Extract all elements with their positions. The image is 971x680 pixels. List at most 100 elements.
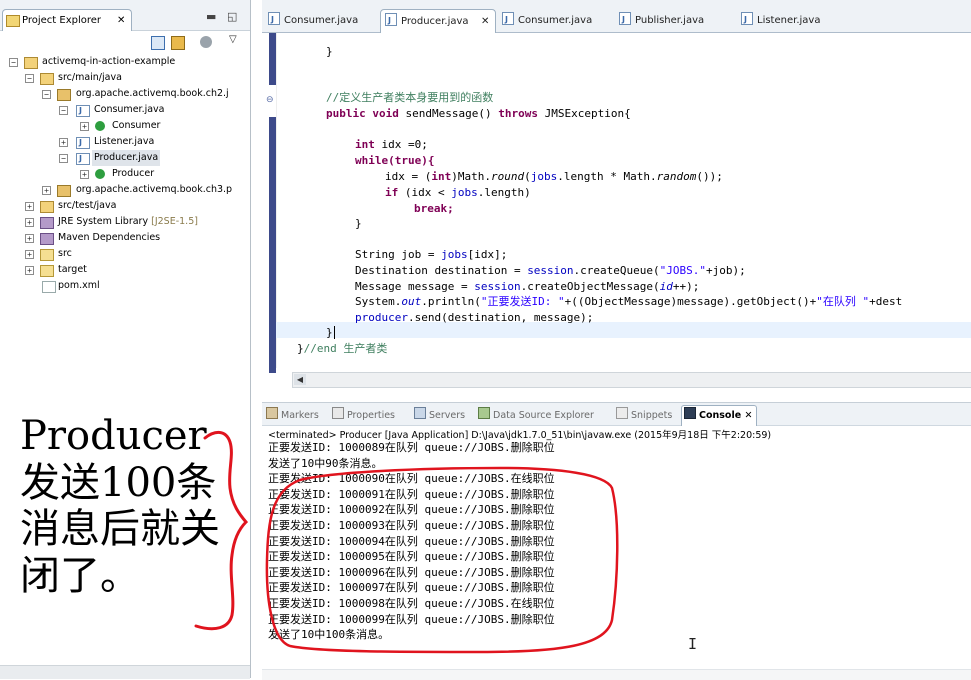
tree-item-project[interactable]: − activemq-in-action-example xyxy=(0,54,250,70)
close-icon[interactable]: ✕ xyxy=(481,10,489,33)
tab-label: Markers xyxy=(281,410,319,421)
tree-item-src-main-java[interactable]: − src/main/java xyxy=(0,70,250,86)
editor-horizontal-scrollbar[interactable]: ◀ xyxy=(292,372,971,388)
tree-item-src[interactable]: + src xyxy=(0,246,250,262)
tree-item-label: Consumer.java xyxy=(94,104,165,115)
expand-toggle-icon[interactable]: + xyxy=(80,170,89,179)
mouse-ibeam-cursor: I xyxy=(688,635,698,653)
tree-item-package-ch2[interactable]: − org.apache.activemq.book.ch2.j xyxy=(0,86,250,102)
link-with-editor-icon[interactable] xyxy=(171,36,185,50)
tab-console[interactable]: Console ✕ xyxy=(681,405,758,426)
tab-markers[interactable]: Markers xyxy=(266,407,319,424)
code-line: System.out.println("正要发送ID: "+((ObjectMe… xyxy=(355,295,903,308)
folder-icon xyxy=(40,265,54,277)
java-file-icon xyxy=(76,151,90,167)
collapse-all-icon[interactable] xyxy=(151,36,165,50)
tab-label: Producer.java xyxy=(401,16,469,27)
close-icon[interactable]: ✕ xyxy=(744,410,752,421)
tree-item-target[interactable]: + target xyxy=(0,262,250,278)
tree-item-src-test-java[interactable]: + src/test/java xyxy=(0,198,250,214)
console-line: 发送了10中100条消息。 xyxy=(268,628,390,642)
java-file-icon xyxy=(76,135,90,151)
tree-item-label: org.apache.activemq.book.ch2.j xyxy=(76,88,229,99)
tab-publisher-java[interactable]: Publisher.java xyxy=(615,8,731,32)
console-output[interactable]: 正要发送ID: 1000089在队列 queue://JOBS.删除职位 发送了… xyxy=(268,440,968,670)
tab-project-explorer[interactable]: Project Explorer ✕ xyxy=(2,9,132,31)
code-line: int idx =0; xyxy=(355,138,428,151)
console-line: 正要发送ID: 1000097在队列 queue://JOBS.删除职位 xyxy=(268,581,555,595)
java-file-icon xyxy=(268,8,280,31)
code-line: } xyxy=(326,326,335,339)
horizontal-scrollbar[interactable] xyxy=(0,665,250,679)
expand-toggle-icon[interactable]: + xyxy=(25,202,34,211)
console-icon xyxy=(684,407,696,419)
tree-item-producer-class[interactable]: + Producer xyxy=(0,166,250,182)
tree-item-package-ch3[interactable]: + org.apache.activemq.book.ch3.p xyxy=(0,182,250,198)
expand-toggle-icon[interactable]: + xyxy=(25,250,34,259)
maximize-icon[interactable]: ◱ xyxy=(227,10,237,23)
minimize-icon[interactable]: ▬ xyxy=(206,10,216,23)
fold-collapse-icon[interactable]: ⊖ xyxy=(266,95,276,111)
expand-toggle-icon[interactable]: + xyxy=(59,138,68,147)
tab-consumer-java[interactable]: Consumer.java xyxy=(264,8,376,32)
annotation-text: Producer 发送100条 消息后就关 闭了。 xyxy=(20,413,220,599)
tree-item-label: Listener.java xyxy=(94,136,155,147)
library-icon xyxy=(40,233,54,245)
java-file-icon xyxy=(502,8,514,31)
package-icon xyxy=(57,185,71,197)
collapse-toggle-icon[interactable]: − xyxy=(9,58,18,67)
tree-item-consumer-class[interactable]: + Consumer xyxy=(0,118,250,134)
console-line: 正要发送ID: 1000094在队列 queue://JOBS.删除职位 xyxy=(268,534,555,548)
collapse-toggle-icon[interactable]: − xyxy=(42,90,51,99)
java-file-icon xyxy=(741,8,753,31)
tab-producer-java[interactable]: Producer.java ✕ xyxy=(380,9,496,33)
tree-item-jre-library[interactable]: + JRE System Library [J2SE-1.5] xyxy=(0,214,250,230)
class-icon xyxy=(95,169,105,179)
tab-consumer-java-2[interactable]: Consumer.java xyxy=(498,8,612,32)
tab-listener-java[interactable]: Listener.java xyxy=(737,8,847,32)
tree-item-maven-dependencies[interactable]: + Maven Dependencies xyxy=(0,230,250,246)
project-icon xyxy=(24,57,38,69)
collapse-toggle-icon[interactable]: − xyxy=(59,154,68,163)
collapse-toggle-icon[interactable]: − xyxy=(59,106,68,115)
tree-item-label: Producer xyxy=(112,168,155,179)
expand-toggle-icon[interactable]: + xyxy=(25,266,34,275)
tree-item-consumer-java[interactable]: − Consumer.java xyxy=(0,102,250,119)
tree-item-label: target xyxy=(58,264,87,275)
library-icon xyxy=(40,217,54,229)
overview-marker xyxy=(269,33,276,85)
console-tabbar: Markers Properties Servers Data Source E… xyxy=(262,403,971,426)
class-icon xyxy=(95,121,105,131)
view-menu-icon[interactable]: ▽ xyxy=(229,34,237,45)
tab-data-source-explorer[interactable]: Data Source Explorer xyxy=(478,407,594,424)
scroll-left-icon[interactable]: ◀ xyxy=(294,374,306,385)
code-line: Destination destination = session.create… xyxy=(355,264,746,277)
tree-item-label: Producer.java xyxy=(92,150,161,166)
collapse-toggle-icon[interactable]: − xyxy=(25,74,34,83)
tree-item-pom-xml[interactable]: pom.xml xyxy=(0,278,250,294)
expand-toggle-icon[interactable]: + xyxy=(80,122,89,131)
tab-snippets[interactable]: Snippets xyxy=(616,407,672,424)
tree-item-label: src xyxy=(58,248,72,259)
xml-file-icon xyxy=(42,281,56,293)
expand-toggle-icon[interactable]: + xyxy=(25,234,34,243)
package-icon xyxy=(57,89,71,101)
console-line: 发送了10中90条消息。 xyxy=(268,456,383,470)
console-line: 正要发送ID: 1000091在队列 queue://JOBS.删除职位 xyxy=(268,487,555,501)
filter-icon[interactable] xyxy=(200,36,212,48)
console-line: 正要发送ID: 1000096在队列 queue://JOBS.删除职位 xyxy=(268,565,555,579)
console-line: 正要发送ID: 1000098在队列 queue://JOBS.在线职位 xyxy=(268,597,555,610)
code-editor: Consumer.java Producer.java ✕ Consumer.j… xyxy=(262,0,971,390)
editor-code-area[interactable]: } //定义生产者类本身要用到的函数 public void sendMessa… xyxy=(282,33,971,368)
expand-toggle-icon[interactable]: + xyxy=(25,218,34,227)
close-icon[interactable]: ✕ xyxy=(117,10,125,31)
tab-servers[interactable]: Servers xyxy=(414,407,465,424)
tree-item-listener-java[interactable]: + Listener.java xyxy=(0,134,250,151)
tree-item-producer-java[interactable]: − Producer.java xyxy=(0,150,250,167)
console-line: 正要发送ID: 1000092在队列 queue://JOBS.删除职位 xyxy=(268,503,555,517)
expand-toggle-icon[interactable]: + xyxy=(42,186,51,195)
java-file-icon xyxy=(76,103,90,119)
tab-properties[interactable]: Properties xyxy=(332,407,395,424)
tree-item-label: JRE System Library xyxy=(58,216,149,227)
code-line: idx = (int)Math.round(jobs.length * Math… xyxy=(385,170,723,183)
